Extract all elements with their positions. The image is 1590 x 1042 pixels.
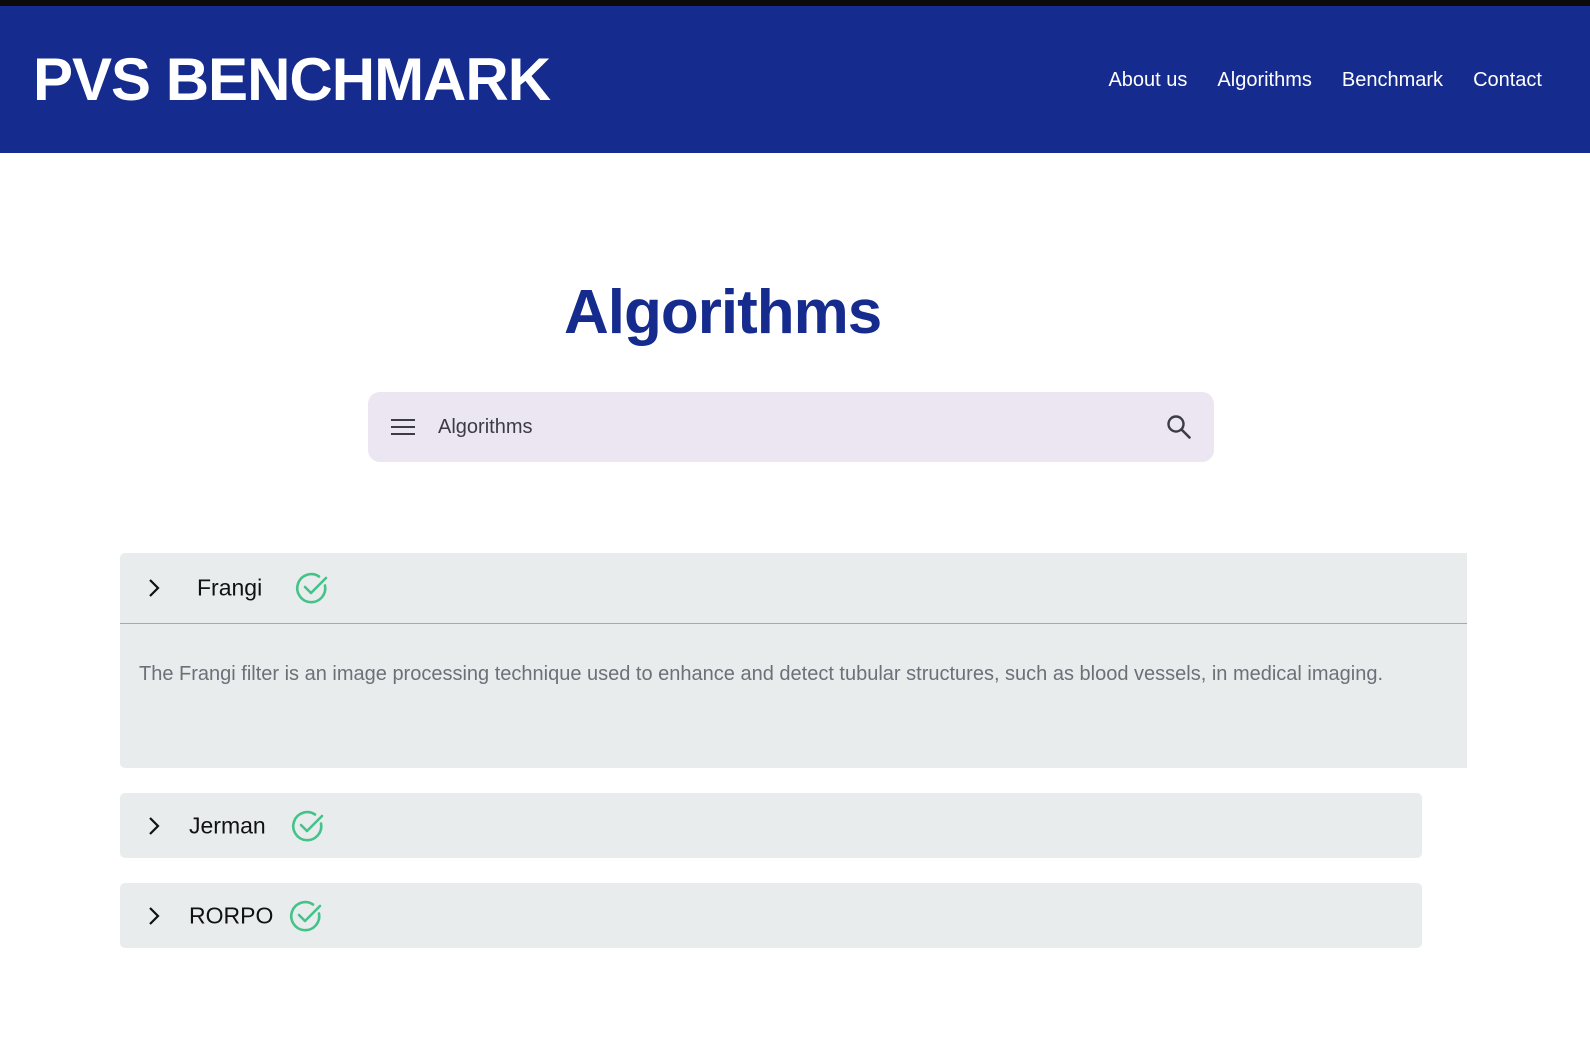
main-nav: About us Algorithms Benchmark Contact bbox=[1108, 6, 1542, 153]
algorithm-name: Jerman bbox=[189, 812, 266, 838]
algorithm-description: The Frangi filter is an image processing… bbox=[139, 663, 1384, 685]
page-title: Algorithms bbox=[564, 278, 882, 347]
search-icon[interactable] bbox=[1166, 414, 1192, 440]
nav-link-about-us[interactable]: About us bbox=[1108, 69, 1187, 92]
chevron-right-icon bbox=[149, 816, 160, 835]
algorithm-name: Frangi bbox=[197, 574, 263, 601]
check-circle-icon bbox=[289, 900, 322, 931]
nav-link-benchmark[interactable]: Benchmark bbox=[1342, 69, 1443, 92]
search-bar bbox=[368, 392, 1214, 462]
check-circle-icon bbox=[295, 572, 328, 604]
algorithm-panel-rorpo: RORPO bbox=[120, 883, 1422, 948]
panel-header-frangi[interactable]: Frangi bbox=[120, 553, 1467, 624]
panel-header-rorpo[interactable]: RORPO bbox=[120, 883, 1422, 948]
chevron-right-icon bbox=[149, 906, 160, 925]
algorithm-panel-frangi: Frangi The Frangi filter is an image pro… bbox=[120, 553, 1467, 768]
panel-header-jerman[interactable]: Jerman bbox=[120, 793, 1422, 858]
chevron-right-icon bbox=[149, 579, 160, 597]
algorithm-name: RORPO bbox=[189, 902, 274, 928]
menu-icon[interactable] bbox=[390, 415, 416, 439]
nav-link-contact[interactable]: Contact bbox=[1473, 69, 1542, 92]
algorithm-panel-jerman: Jerman bbox=[120, 793, 1422, 858]
site-header: PVS BENCHMARK About us Algorithms Benchm… bbox=[0, 6, 1590, 153]
site-brand[interactable]: PVS BENCHMARK bbox=[33, 50, 551, 110]
search-input[interactable] bbox=[438, 410, 1118, 444]
check-circle-icon bbox=[291, 810, 324, 841]
nav-link-algorithms[interactable]: Algorithms bbox=[1217, 69, 1311, 92]
